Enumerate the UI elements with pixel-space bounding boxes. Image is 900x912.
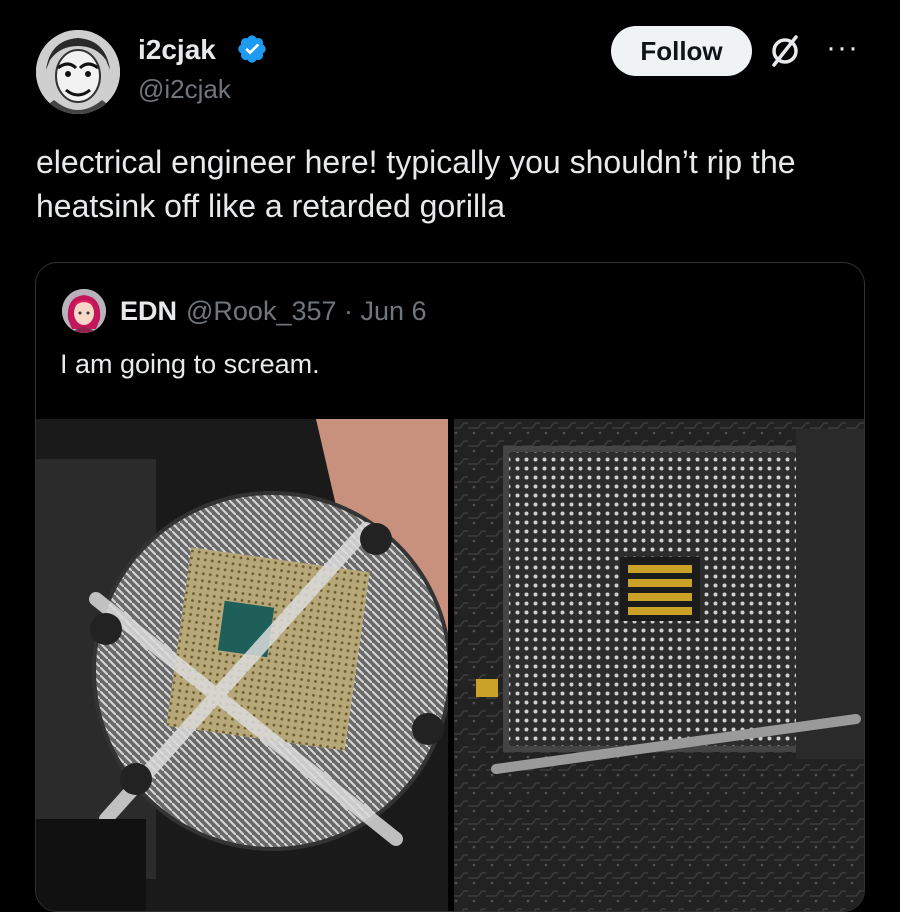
author-display-name[interactable]: i2cjak	[138, 34, 216, 66]
verified-badge-icon	[238, 35, 266, 63]
author-handle[interactable]: @i2cjak	[138, 74, 231, 105]
more-options-icon[interactable]: ···	[826, 33, 862, 63]
tweet-text: electrical engineer here! typically you …	[36, 144, 796, 224]
heatsink-photo	[36, 419, 452, 911]
quoted-tweet[interactable]: EDN @Rook_357 · Jun 6 I am going to scre…	[35, 262, 865, 912]
grok-icon[interactable]	[765, 31, 805, 71]
follow-button[interactable]: Follow	[611, 26, 752, 76]
quoted-author-avatar[interactable]	[62, 289, 106, 333]
quoted-author-name[interactable]: EDN	[120, 296, 177, 327]
cpu-socket-photo	[454, 419, 864, 911]
quoted-author-handle-date[interactable]: @Rook_357 · Jun 6	[186, 296, 427, 327]
author-avatar[interactable]	[36, 30, 120, 114]
quoted-tweet-text: I am going to scream.	[60, 349, 320, 379]
quoted-media[interactable]	[36, 419, 864, 911]
